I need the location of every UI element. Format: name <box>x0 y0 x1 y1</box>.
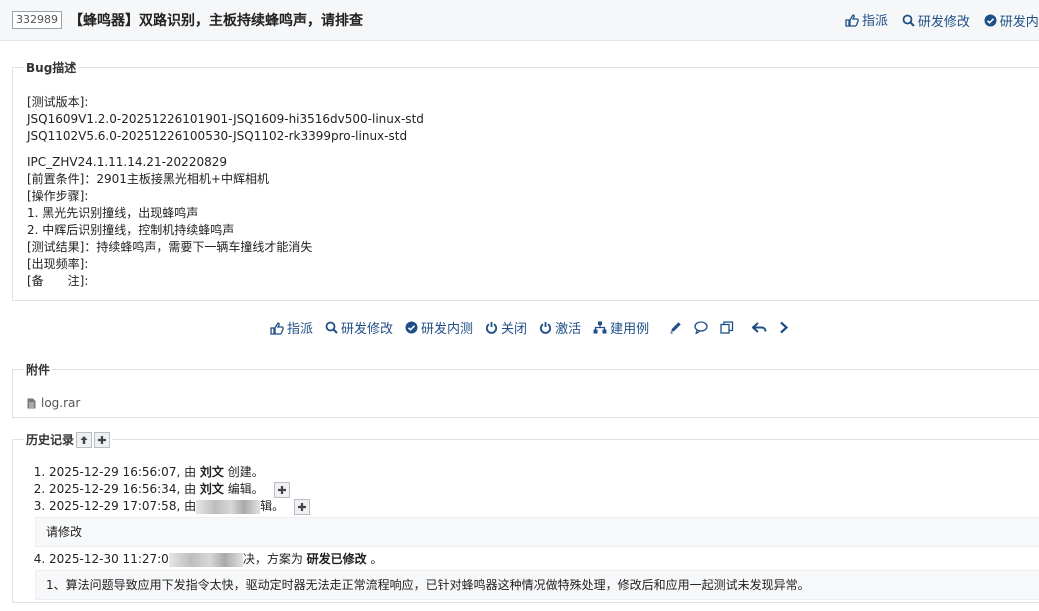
bug-action-bar: 指派 研发修改 研发内测 关闭 激活 建用例 <box>270 318 801 337</box>
desc-line: [测试结果]：持续蜂鸣声，需要下一辆车撞线才能消失 <box>27 240 313 254</box>
history-legend: 历史记录 <box>24 431 112 448</box>
search-icon <box>902 14 915 27</box>
redacted-user <box>196 499 261 514</box>
bug-description-text: [测试版本]: JSQ1609V1.2.0-20251226101901-JSQ… <box>27 94 424 290</box>
plus-icon <box>297 502 306 511</box>
next-button[interactable] <box>779 321 789 334</box>
desc-line: [前置条件]：2901主板接黑光相机+中辉相机 <box>27 172 269 186</box>
dev-test-button[interactable]: 研发内测 <box>405 318 473 337</box>
history-user: 刘文 <box>199 482 224 496</box>
history-item: 2025-12-29 16:56:07, 由 刘文 创建。 <box>49 464 1039 481</box>
close-bug-button[interactable]: 关闭 <box>485 318 527 337</box>
assign-button[interactable]: 指派 <box>845 10 888 29</box>
close-label: 关闭 <box>501 322 528 337</box>
history-by: , 由 <box>176 465 200 479</box>
hand-point-icon <box>845 13 859 27</box>
history-time: 2025-12-29 17:07:58 <box>49 499 177 513</box>
edit-button[interactable] <box>669 321 682 334</box>
dev-test-label: 研发内测 <box>999 14 1039 30</box>
history-action: 编辑。 <box>223 482 264 496</box>
history-item: 2025-12-29 16:56:34, 由 刘文 编辑。 <box>49 481 1039 498</box>
history-action: 创建。 <box>223 465 264 479</box>
attachment-file-link[interactable]: log.rar <box>27 396 80 410</box>
power-icon <box>485 322 498 334</box>
bug-description-section: Bug描述 [测试版本]: JSQ1609V1.2.0-202512261019… <box>12 59 1039 301</box>
reply-icon <box>752 322 767 333</box>
history-user: 刘文 <box>199 465 224 479</box>
header-actions: 指派 研发修改 研发内测 <box>845 10 1039 30</box>
assign-label: 指派 <box>862 14 889 29</box>
history-comment: 请修改 <box>35 517 1039 547</box>
assign-button[interactable]: 指派 <box>270 318 313 337</box>
power-icon <box>539 322 552 334</box>
comment-icon <box>694 321 708 334</box>
search-icon <box>325 321 338 334</box>
history-expand-button[interactable] <box>273 481 290 498</box>
history-solution: 研发已修改 <box>306 552 367 566</box>
history-by: , 由 <box>176 499 197 513</box>
history-time: 2025-12-29 16:56:07 <box>49 465 177 479</box>
check-circle-icon <box>405 321 418 334</box>
desc-line: JSQ1609V1.2.0-20251226101901-JSQ1609-hi3… <box>27 112 424 126</box>
history-time: 2025-12-29 16:56:34 <box>49 482 177 496</box>
bug-header: 332989 【蜂鸣器】双路识别，主板持续蜂鸣声，请排查 指派 研发修改 研发内… <box>0 0 1039 41</box>
attachments-legend: 附件 <box>26 363 51 377</box>
create-case-label: 建用例 <box>610 322 650 337</box>
desc-line: [出现频率]: <box>27 257 89 271</box>
history-list: 2025-12-29 16:56:07, 由 刘文 创建。 2025-12-29… <box>35 464 1039 604</box>
history-time: 2025-12-30 11:27:0 <box>49 552 169 566</box>
dev-modify-label: 研发修改 <box>917 14 970 30</box>
back-button[interactable] <box>752 321 767 334</box>
comment-button[interactable] <box>694 321 708 334</box>
history-sort-button[interactable] <box>76 431 93 448</box>
history-item: 2025-12-29 17:07:58, 由 辑。 请修改 <box>35 498 1039 547</box>
copy-button[interactable] <box>720 321 734 334</box>
desc-line: [测试版本]: <box>27 95 89 109</box>
dev-test-label: 研发内测 <box>421 322 474 337</box>
desc-line: 2. 中辉后识别撞线，控制机持续蜂鸣声 <box>27 223 235 237</box>
desc-line: 1. 黑光先识别撞线，出现蜂鸣声 <box>27 206 199 220</box>
history-action: 决，方案为 <box>242 552 307 566</box>
dev-modify-button[interactable]: 研发修改 <box>325 318 393 337</box>
history-item: 2025-12-30 11:27:0 决，方案为 研发已修改 。 1、算法问题导致… <box>35 551 1039 600</box>
bug-description-legend: Bug描述 <box>26 61 77 75</box>
desc-line: [备 注]: <box>27 274 89 288</box>
bug-title: 【蜂鸣器】双路识别，主板持续蜂鸣声，请排查 <box>69 13 363 29</box>
check-circle-icon <box>984 14 997 26</box>
dev-modify-button[interactable]: 研发修改 <box>902 11 970 30</box>
chevron-right-icon <box>780 321 789 334</box>
desc-line: IPC_ZHV24.1.11.14.21-20220829 <box>27 155 227 169</box>
dev-modify-label: 研发修改 <box>341 322 394 337</box>
plus-icon <box>98 435 107 444</box>
sitemap-icon <box>593 321 607 334</box>
history-comment: 1、算法问题导致应用下发指令太快，驱动定时器无法走正常流程响应，已针对蜂鸣器这种… <box>35 570 1039 600</box>
plus-icon <box>277 485 286 494</box>
history-by: , 由 <box>176 482 200 496</box>
arrow-up-icon <box>80 435 88 444</box>
history-title: 历史记录 <box>26 433 75 447</box>
dev-test-button[interactable]: 研发内测 <box>984 11 1039 30</box>
bug-id-badge: 332989 <box>12 11 62 29</box>
hand-point-icon <box>270 321 284 335</box>
activate-label: 激活 <box>555 322 582 337</box>
history-action: 辑。 <box>260 499 285 513</box>
activate-button[interactable]: 激活 <box>539 318 581 337</box>
desc-line: [操作步骤]: <box>27 189 89 203</box>
copy-icon <box>720 321 734 334</box>
desc-line: JSQ1102V5.6.0-20251226100530-JSQ1102-rk3… <box>27 129 408 143</box>
create-case-button[interactable]: 建用例 <box>593 318 649 337</box>
attachments-section: 附件 log.rar <box>12 361 1039 418</box>
file-icon <box>27 398 36 408</box>
redacted-user <box>168 552 243 567</box>
history-expand-all-button[interactable] <box>94 431 111 448</box>
attachment-file-name: log.rar <box>41 396 81 410</box>
history-end: 。 <box>366 552 383 566</box>
history-expand-button[interactable] <box>293 498 310 515</box>
history-section: 历史记录 2025-12-29 16:56:07, 由 刘文 创建。 2025-… <box>12 431 1039 603</box>
assign-label: 指派 <box>287 322 314 337</box>
pencil-icon <box>670 322 681 334</box>
